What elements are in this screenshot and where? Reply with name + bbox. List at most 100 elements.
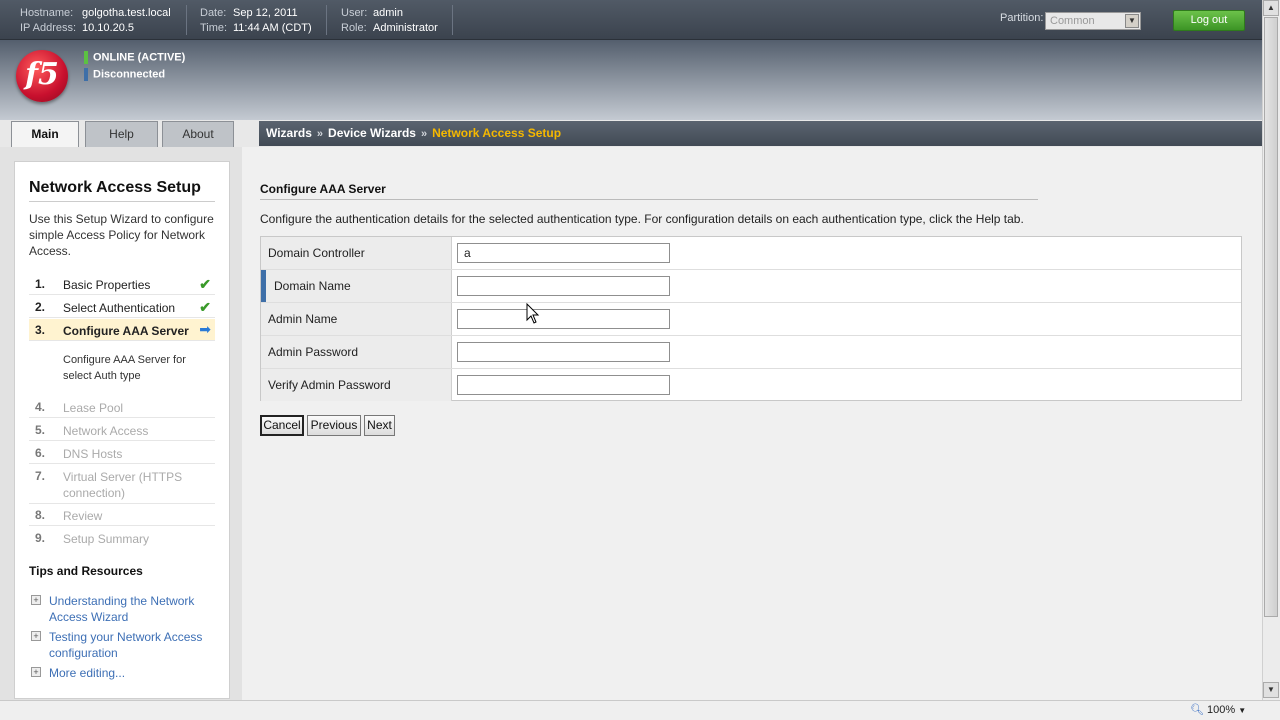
step-label: Setup Summary <box>63 532 150 546</box>
wizard-step-basic-properties[interactable]: 1. Basic Properties ✔ <box>29 273 215 295</box>
step-number: 9. <box>35 531 46 545</box>
tip-text[interactable]: More editing... <box>49 665 219 681</box>
step-label: Select Authentication <box>63 301 176 315</box>
wizard-step-configure-aaa-server[interactable]: 3. Configure AAA Server ➡ <box>29 319 215 341</box>
scrollbar-thumb[interactable] <box>1264 17 1278 617</box>
tab-help[interactable]: Help <box>85 121 158 147</box>
expand-plus-icon[interactable]: + <box>31 631 41 641</box>
step-label: Lease Pool <box>63 401 124 415</box>
chevron-down-icon[interactable]: ▼ <box>1125 14 1139 28</box>
checkmark-icon: ✔ <box>199 299 211 315</box>
form-row-domain-name: Domain Name <box>261 270 1241 303</box>
verify-admin-password-input[interactable] <box>457 375 670 395</box>
wizard-step-lease-pool: 4. Lease Pool <box>29 396 215 418</box>
f5-logo: f5 <box>16 50 68 102</box>
step-label: Review <box>63 509 103 523</box>
time-value: 11:44 AM (CDT) <box>233 22 312 34</box>
status-disconnected-text: Disconnected <box>93 68 166 81</box>
divider <box>29 201 215 202</box>
partition-label: Partition: <box>1000 12 1044 24</box>
tip-link-more-editing[interactable]: + More editing... <box>29 665 219 681</box>
step-number: 5. <box>35 423 46 437</box>
status-disconnected-indicator <box>84 68 88 81</box>
checkmark-icon: ✔ <box>199 276 211 292</box>
hostname-value: golgotha.test.local <box>82 7 171 19</box>
status-online-text: ONLINE (ACTIVE) <box>93 51 186 64</box>
wizard-step-select-authentication[interactable]: 2. Select Authentication ✔ <box>29 296 215 318</box>
field-label: Admin Password <box>261 336 452 368</box>
browser-status-bar <box>0 700 1280 720</box>
ip-value: 10.10.20.5 <box>82 22 134 34</box>
tab-main[interactable]: Main <box>11 121 79 148</box>
user-value: admin <box>373 7 403 19</box>
form-row-domain-controller: Domain Controller <box>261 237 1241 270</box>
scroll-down-button[interactable]: ▼ <box>1263 682 1279 698</box>
current-step-detail: Configure AAA Server for select Auth typ… <box>63 354 186 382</box>
status-disconnected: Disconnected <box>84 68 165 81</box>
expand-plus-icon[interactable]: + <box>31 595 41 605</box>
status-online-indicator <box>84 51 88 64</box>
step-number: 7. <box>35 469 46 483</box>
step-number: 8. <box>35 508 46 522</box>
admin-password-input[interactable] <box>457 342 670 362</box>
zoom-icon: 🔍︎ <box>1190 704 1204 716</box>
status-online: ONLINE (ACTIVE) <box>84 51 185 64</box>
top-info-bar: Hostname: golgotha.test.local IP Address:… <box>0 0 1262 40</box>
logout-button[interactable]: Log out <box>1173 10 1245 31</box>
field-label: Domain Name <box>261 270 452 302</box>
field-label: Domain Controller <box>261 237 452 269</box>
tab-about[interactable]: About <box>162 121 234 147</box>
wizard-step-virtual-server: 7. Virtual Server (HTTPS connection) <box>29 465 215 504</box>
partition-select[interactable]: Common ▼ <box>1045 12 1141 30</box>
scroll-up-button[interactable]: ▲ <box>1263 0 1279 16</box>
field-label: Verify Admin Password <box>261 369 452 401</box>
form-row-admin-name: Admin Name <box>261 303 1241 336</box>
tip-text[interactable]: Testing your Network Access configuratio… <box>49 629 219 661</box>
tip-link-testing-config[interactable]: + Testing your Network Access configurat… <box>29 629 219 661</box>
step-label: Basic Properties <box>63 278 151 292</box>
breadcrumb-separator: » <box>420 128 428 140</box>
wizard-step-review: 8. Review <box>29 504 215 526</box>
chevron-down-icon[interactable]: ▼ <box>1238 706 1246 715</box>
expand-plus-icon[interactable]: + <box>31 667 41 677</box>
partition-value: Common <box>1050 15 1095 27</box>
sidebar-description: Use this Setup Wizard to configure simpl… <box>29 212 214 258</box>
wizard-sidebar: Network Access Setup Use this Setup Wiza… <box>14 161 230 699</box>
step-label: Network Access <box>63 424 149 438</box>
mouse-cursor-icon <box>526 303 540 324</box>
header-divider <box>326 5 327 35</box>
main-content <box>242 147 1262 700</box>
breadcrumb-separator: » <box>316 128 324 140</box>
breadcrumb-wizards[interactable]: Wizards <box>266 126 312 140</box>
tip-text[interactable]: Understanding the Network Access Wizard <box>49 593 219 625</box>
previous-button[interactable]: Previous <box>307 415 361 436</box>
header-divider <box>452 5 453 35</box>
sidebar-title: Network Access Setup <box>29 179 201 196</box>
section-description: Configure the authentication details for… <box>260 212 1024 226</box>
step-label: Virtual Server (HTTPS connection) <box>63 470 183 500</box>
role-label: Role: <box>341 22 367 34</box>
arrow-right-icon: ➡ <box>199 321 211 337</box>
step-label: DNS Hosts <box>63 447 123 461</box>
domain-name-input[interactable] <box>457 276 670 296</box>
step-number: 3. <box>35 323 46 337</box>
section-title: Configure AAA Server <box>260 182 386 196</box>
header-divider <box>186 5 187 35</box>
zoom-control[interactable]: 🔍︎ 100% ▼ <box>1190 703 1246 716</box>
zoom-level: 100% <box>1207 704 1236 716</box>
tip-link-understanding-wizard[interactable]: + Understanding the Network Access Wizar… <box>29 593 219 625</box>
cancel-button[interactable]: Cancel <box>260 415 304 436</box>
user-label: User: <box>341 7 368 19</box>
user-info: User: admin Role: Administrator <box>341 6 438 36</box>
admin-name-input[interactable] <box>457 309 670 329</box>
domain-controller-input[interactable] <box>457 243 670 263</box>
step-number: 6. <box>35 446 46 460</box>
wizard-step-setup-summary: 9. Setup Summary <box>29 527 215 549</box>
date-label: Date: <box>200 7 227 19</box>
next-button[interactable]: Next <box>364 415 395 436</box>
step-number: 2. <box>35 300 46 314</box>
date-value: Sep 12, 2011 <box>233 7 298 19</box>
breadcrumb-device-wizards[interactable]: Device Wizards <box>328 126 416 140</box>
breadcrumb-current: Network Access Setup <box>432 126 562 140</box>
step-label: Configure AAA Server <box>63 324 189 338</box>
